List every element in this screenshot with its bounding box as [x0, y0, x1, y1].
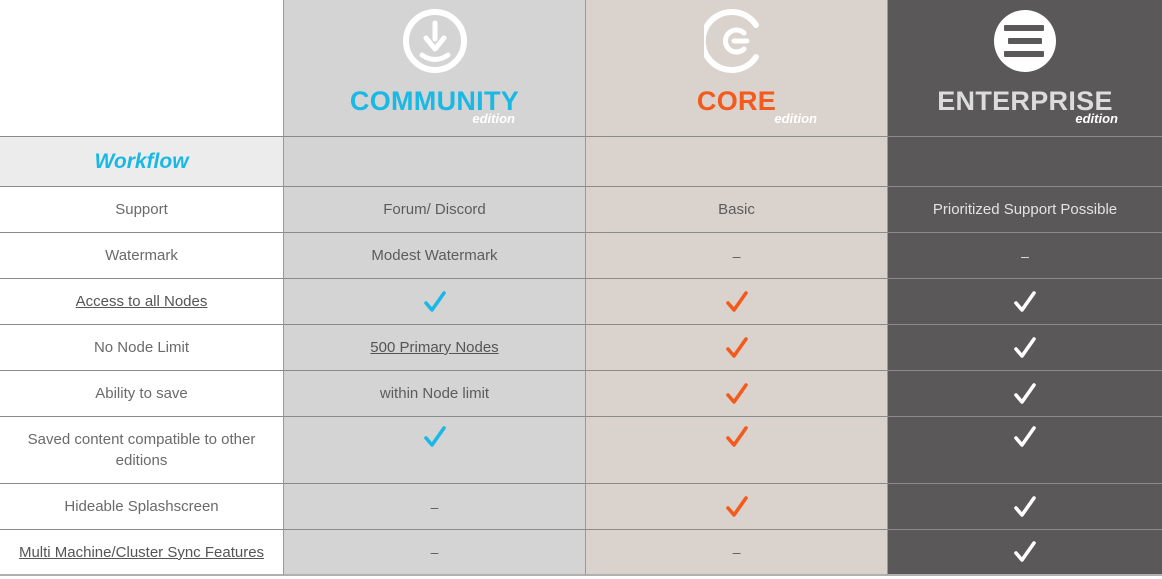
splash-community: –	[284, 484, 586, 530]
row-label-node-limit: No Node Limit	[0, 325, 284, 371]
save-enterprise	[888, 371, 1162, 417]
access-nodes-core	[586, 279, 888, 325]
enterprise-logo-icon	[994, 10, 1056, 72]
cluster-core: –	[586, 530, 888, 576]
row-label-splash: Hideable Splashscreen	[0, 484, 284, 530]
cluster-enterprise	[888, 530, 1162, 576]
row-label-support: Support	[0, 187, 284, 233]
row-label-compat: Saved content compatible to other editio…	[0, 417, 284, 484]
save-core	[586, 371, 888, 417]
watermark-community: Modest Watermark	[284, 233, 586, 279]
section-enterprise-cell	[888, 137, 1162, 187]
splash-enterprise	[888, 484, 1162, 530]
header-empty-cell	[0, 0, 284, 137]
check-icon	[423, 426, 446, 447]
node-limit-community-cell: 500 Primary Nodes	[284, 325, 586, 371]
check-icon	[725, 290, 748, 312]
row-label-cluster-cell: Multi Machine/Cluster Sync Features	[0, 530, 284, 576]
compat-community	[284, 417, 586, 484]
check-icon	[1014, 290, 1036, 312]
core-edition-name: CORE	[696, 86, 777, 116]
check-icon	[725, 382, 748, 404]
cluster-sync-link[interactable]: Multi Machine/Cluster Sync Features	[19, 544, 264, 561]
watermark-enterprise: –	[888, 233, 1162, 279]
watermark-core: –	[586, 233, 888, 279]
access-nodes-enterprise	[888, 279, 1162, 325]
check-icon	[725, 495, 748, 517]
support-core: Basic	[586, 187, 888, 233]
access-nodes-community	[284, 279, 586, 325]
core-logo-icon	[703, 9, 759, 73]
save-community: within Node limit	[284, 371, 586, 417]
check-icon	[1014, 495, 1036, 517]
support-enterprise: Prioritized Support Possible	[888, 187, 1162, 233]
check-icon	[1014, 336, 1036, 358]
support-community: Forum/ Discord	[284, 187, 586, 233]
core-header: CORE edition	[586, 0, 888, 137]
enterprise-header: ENTERPRISE edition	[888, 0, 1162, 137]
check-icon	[1014, 426, 1036, 447]
section-community-cell	[284, 137, 586, 187]
community-edition-sub: edition	[472, 111, 515, 126]
section-core-cell	[586, 137, 888, 187]
compat-core	[586, 417, 888, 484]
compat-enterprise	[888, 417, 1162, 484]
check-icon	[423, 290, 446, 312]
access-nodes-link[interactable]: Access to all Nodes	[76, 293, 208, 310]
row-label-access-nodes-cell: Access to all Nodes	[0, 279, 284, 325]
edition-comparison-table: COMMUNITY edition CORE edition ENTERPRIS…	[0, 0, 1162, 576]
community-header: COMMUNITY edition	[284, 0, 586, 137]
check-icon	[725, 336, 748, 358]
section-workflow-label: Workflow	[0, 137, 284, 187]
primary-nodes-link[interactable]: 500 Primary Nodes	[370, 339, 498, 356]
check-icon	[725, 426, 748, 447]
row-label-save: Ability to save	[0, 371, 284, 417]
enterprise-edition-sub: edition	[1075, 111, 1118, 126]
splash-core	[586, 484, 888, 530]
node-limit-core	[586, 325, 888, 371]
node-limit-enterprise	[888, 325, 1162, 371]
row-label-watermark: Watermark	[0, 233, 284, 279]
community-download-logo-icon	[402, 9, 467, 73]
check-icon	[1014, 541, 1036, 562]
cluster-community: –	[284, 530, 586, 576]
core-edition-sub: edition	[774, 111, 817, 126]
check-icon	[1014, 382, 1036, 404]
